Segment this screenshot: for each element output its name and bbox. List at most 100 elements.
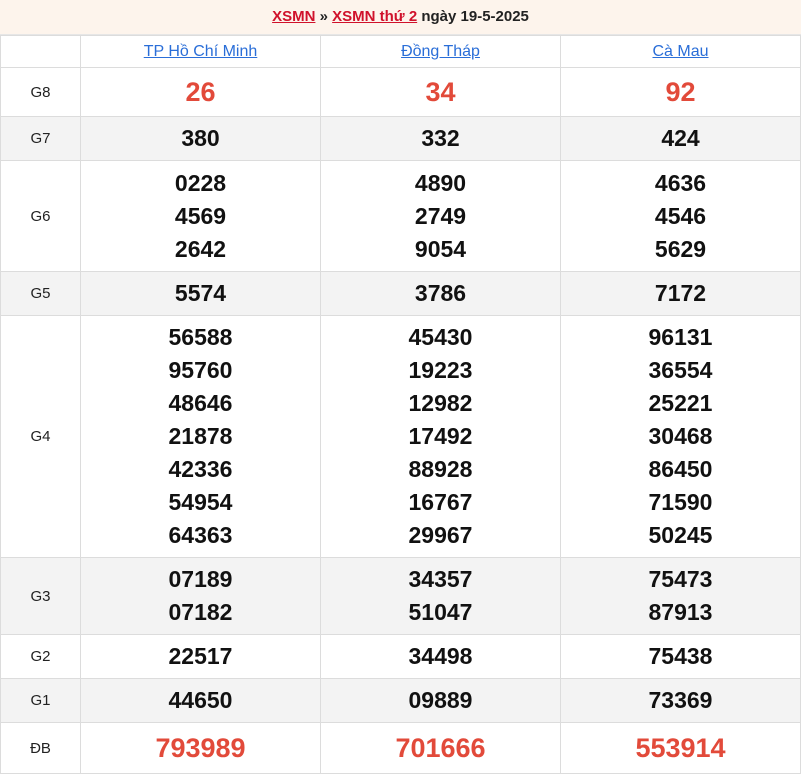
- prize-number: 553914: [635, 733, 726, 763]
- prize-cell: 380: [80, 116, 321, 161]
- prize-cell: 22517: [80, 634, 321, 679]
- prize-cell: 92: [560, 67, 801, 117]
- prize-row: G3 07189 07182 34357 51047 75473 87913: [0, 557, 801, 635]
- prize-number: 5574: [174, 280, 227, 306]
- prize-cell: 44650: [80, 678, 321, 723]
- province-ca-mau[interactable]: Cà Mau: [560, 35, 801, 68]
- prize-number: 96131: [648, 324, 713, 350]
- prize-number: 88928: [408, 456, 473, 482]
- prize-number: 75438: [648, 643, 713, 669]
- prize-cell: 26: [80, 67, 321, 117]
- prize-row: G2 22517 34498 75438: [0, 634, 801, 679]
- prize-number: 45430: [408, 324, 473, 350]
- prize-number: 34498: [408, 643, 473, 669]
- prize-cell: 34357 51047: [320, 557, 561, 635]
- prize-number: 16767: [408, 489, 473, 515]
- prize-cell: 07189 07182: [80, 557, 321, 635]
- prize-cell: 332: [320, 116, 561, 161]
- xsmn-thu2-link[interactable]: XSMN thứ 2: [332, 8, 417, 25]
- prize-cell: 553914: [560, 722, 801, 774]
- prize-row: G6 0228 4569 2642 4890 2749 9054 4636 4546 5629: [0, 160, 801, 272]
- prize-number: 4636: [654, 169, 707, 196]
- prize-cell: 4890 2749 9054: [320, 160, 561, 272]
- province-label[interactable]: Cà Mau: [652, 43, 708, 60]
- prize-number: 51047: [408, 599, 473, 625]
- prize-number: 380: [181, 125, 220, 151]
- prize-name: G8: [0, 67, 81, 117]
- prize-row: G1 44650 09889 73369: [0, 678, 801, 723]
- prize-row: ĐB 793989 701666 553914: [0, 722, 801, 774]
- prize-cell: 73369: [560, 678, 801, 723]
- prize-number: 86450: [648, 456, 713, 482]
- prize-cell: 34498: [320, 634, 561, 679]
- prize-cell: 96131 36554 25221 30468 86450 71590 50245: [560, 315, 801, 558]
- prize-number: 42336: [168, 456, 233, 482]
- prize-cell: 45430 19223 12982 17492 88928 16767 29967: [320, 315, 561, 558]
- result-header: XSMN » XSMN thứ 2 ngày 19-5-2025: [0, 0, 801, 35]
- prize-number: 17492: [408, 423, 473, 449]
- prize-number: 4890: [414, 169, 467, 196]
- prize-number: 56588: [168, 324, 233, 350]
- prize-name: ĐB: [0, 722, 81, 774]
- province-dong-thap[interactable]: Đồng Tháp: [320, 35, 561, 68]
- prize-number: 34: [425, 77, 456, 107]
- prize-number: 4546: [654, 202, 707, 229]
- prize-number: 793989: [155, 733, 246, 763]
- prize-cell: 56588 95760 48646 21878 42336 54954 64363: [80, 315, 321, 558]
- prize-number: 19223: [408, 357, 473, 383]
- breadcrumb-separator: »: [315, 8, 333, 25]
- prize-number: 29967: [408, 522, 473, 548]
- prize-cell: 701666: [320, 722, 561, 774]
- prize-number: 75473: [648, 566, 713, 592]
- prize-name: G7: [0, 116, 81, 161]
- prize-row: G4 56588 95760 48646 21878 42336 54954 64363 454…: [0, 315, 801, 558]
- prize-number: 21878: [168, 423, 233, 449]
- corner-cell: [0, 35, 81, 68]
- province-label[interactable]: TP Hồ Chí Minh: [144, 43, 258, 60]
- prize-cell: 5574: [80, 271, 321, 316]
- prize-cell: 75438: [560, 634, 801, 679]
- prize-number: 64363: [168, 522, 233, 548]
- prize-number: 332: [421, 125, 460, 151]
- prize-number: 701666: [395, 733, 486, 763]
- prize-name: G3: [0, 557, 81, 635]
- prize-cell: 793989: [80, 722, 321, 774]
- prize-cell: 34: [320, 67, 561, 117]
- prize-name: G5: [0, 271, 81, 316]
- prize-name: G2: [0, 634, 81, 679]
- prize-number: 48646: [168, 390, 233, 416]
- prize-number: 7172: [654, 280, 707, 306]
- prize-number: 07189: [168, 566, 233, 592]
- province-hcm[interactable]: TP Hồ Chí Minh: [80, 35, 321, 68]
- prize-row: G8 26 34 92: [0, 67, 801, 117]
- prize-number: 25221: [648, 390, 713, 416]
- prize-number: 34357: [408, 566, 473, 592]
- prize-number: 87913: [648, 599, 713, 625]
- prize-number: 0228: [174, 169, 227, 196]
- prize-number: 09889: [408, 687, 473, 713]
- prize-number: 95760: [168, 357, 233, 383]
- prize-number: 07182: [168, 599, 233, 625]
- prize-cell: 7172: [560, 271, 801, 316]
- prize-number: 3786: [414, 280, 467, 306]
- province-label[interactable]: Đồng Tháp: [401, 43, 480, 60]
- prize-number: 424: [661, 125, 700, 151]
- province-header-row: TP Hồ Chí Minh Đồng Tháp Cà Mau: [0, 35, 801, 68]
- prize-number: 71590: [648, 489, 713, 515]
- prize-number: 2749: [414, 202, 467, 229]
- prize-name: G1: [0, 678, 81, 723]
- prize-number: 44650: [168, 687, 233, 713]
- prize-number: 5629: [654, 235, 707, 262]
- prize-number: 54954: [168, 489, 233, 515]
- prize-cell: 0228 4569 2642: [80, 160, 321, 272]
- prize-number: 92: [665, 77, 696, 107]
- prize-row: G5 5574 3786 7172: [0, 271, 801, 316]
- prize-cell: 09889: [320, 678, 561, 723]
- xsmn-link[interactable]: XSMN: [272, 8, 315, 25]
- prize-number: 12982: [408, 390, 473, 416]
- prize-number: 9054: [414, 235, 467, 262]
- prize-name: G4: [0, 315, 81, 558]
- date-text: ngày 19-5-2025: [417, 8, 529, 25]
- prize-number: 50245: [648, 522, 713, 548]
- prize-number: 4569: [174, 202, 227, 229]
